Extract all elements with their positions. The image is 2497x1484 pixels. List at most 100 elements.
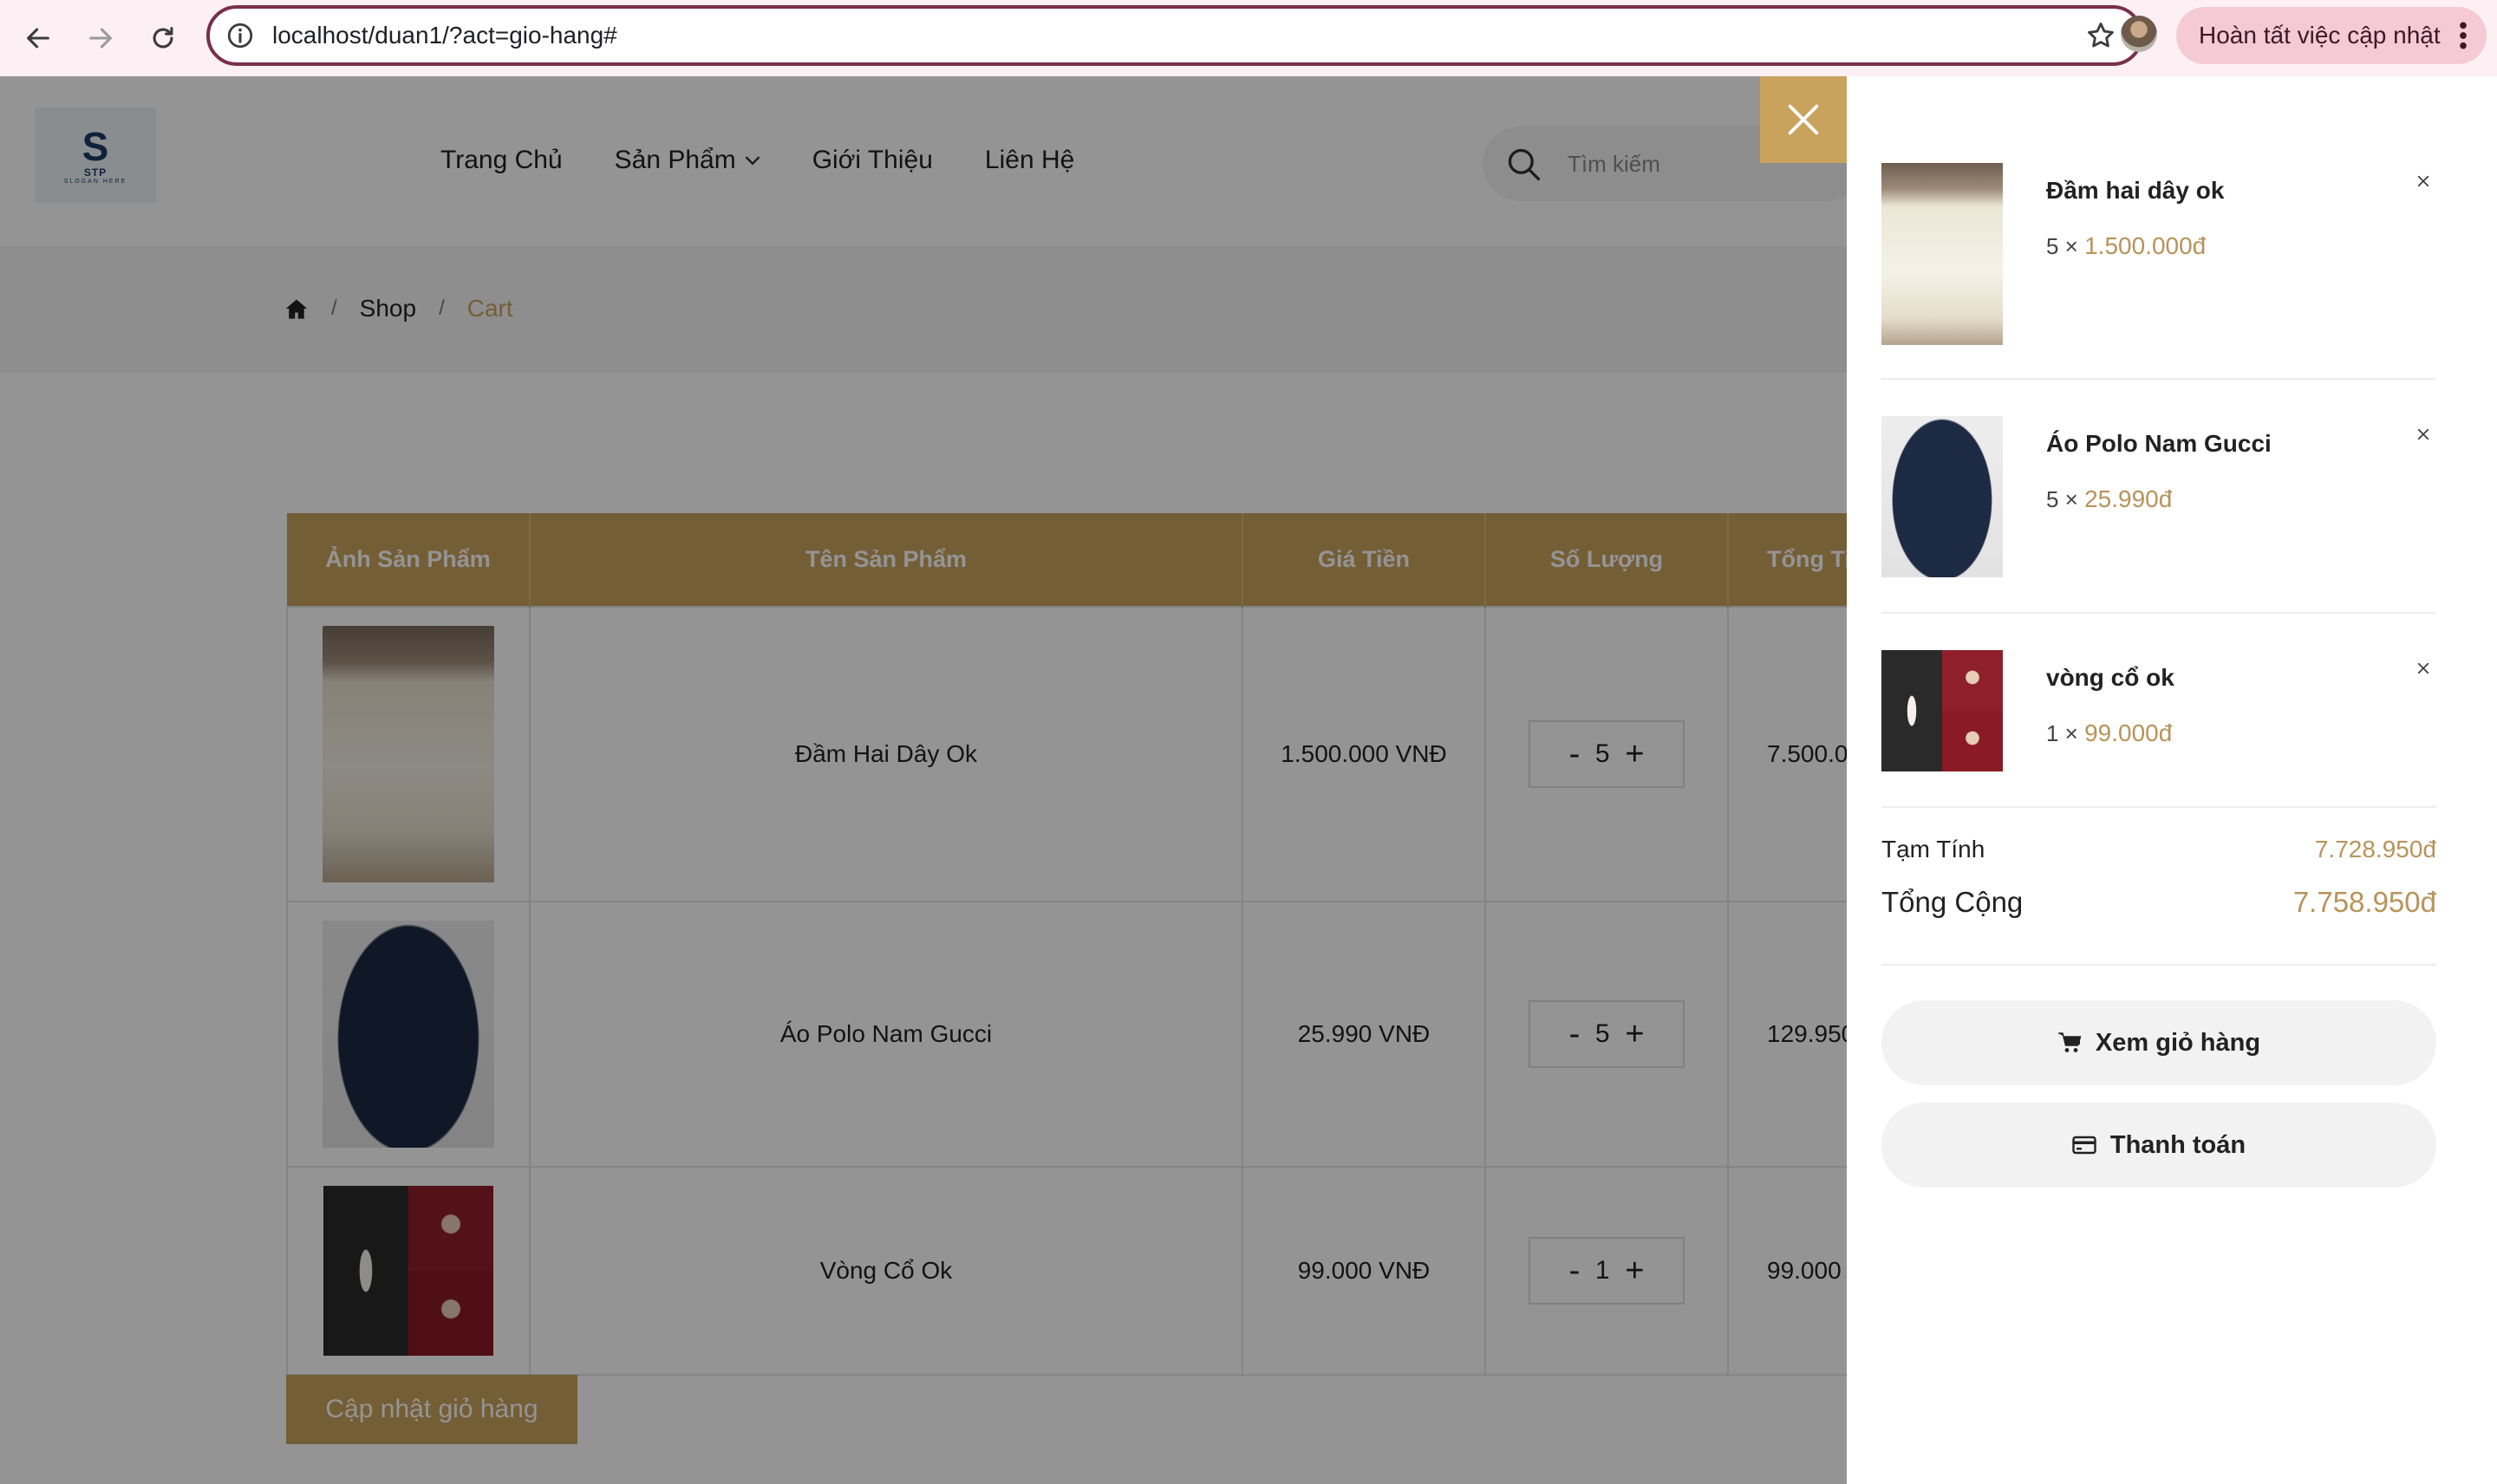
- decrease-button[interactable]: -: [1569, 1254, 1581, 1287]
- product-name[interactable]: Áo Polo Nam Gucci: [529, 901, 1243, 1168]
- mini-cart-item: Áo Polo Nam Gucci 5 × 25.990đ: [1881, 416, 2436, 577]
- profile-avatar[interactable]: [2121, 16, 2157, 52]
- mini-cart-image[interactable]: [1881, 416, 2003, 577]
- total-row: Tổng Cộng 7.758.950đ: [1881, 886, 2436, 919]
- breadcrumb-shop[interactable]: Shop: [360, 295, 416, 322]
- decrease-button[interactable]: -: [1569, 1018, 1581, 1051]
- quantity-cell: - 1 +: [1484, 1166, 1729, 1376]
- mini-cart-item-name[interactable]: Áo Polo Nam Gucci: [2046, 430, 2272, 458]
- breadcrumb-cart: Cart: [466, 295, 513, 322]
- back-icon: [27, 28, 49, 49]
- close-drawer-button[interactable]: [1760, 76, 1847, 163]
- product-total: 7.500.000 VNĐ: [1727, 606, 1847, 902]
- quantity-cell: - 5 +: [1484, 606, 1729, 902]
- product-total: 99.000 VNĐ: [1727, 1166, 1847, 1376]
- logo-name: STP: [83, 166, 108, 179]
- mini-cart-item-name[interactable]: Đầm hai dây ok: [2046, 177, 2224, 205]
- increase-button[interactable]: +: [1625, 1254, 1644, 1287]
- remove-item-button[interactable]: [2410, 168, 2436, 194]
- divider: [1881, 612, 2436, 614]
- product-price: 99.000 VNĐ: [1242, 1166, 1486, 1376]
- remove-item-button[interactable]: [2410, 655, 2436, 681]
- logo-slogan: SLOGAN HERE: [63, 178, 127, 185]
- checkout-button[interactable]: Thanh toán: [1881, 1103, 2436, 1188]
- nav-products[interactable]: Sản Phẩm: [615, 146, 760, 175]
- header-price: Giá Tiền: [1242, 513, 1486, 607]
- reload-icon: [153, 27, 173, 49]
- product-image[interactable]: [323, 1186, 493, 1356]
- credit-card-icon: [2072, 1136, 2096, 1155]
- mini-cart-drawer: Đầm hai dây ok 5 × 1.500.000đ Áo Polo Na…: [1847, 76, 2497, 1484]
- product-name[interactable]: Vòng Cổ Ok: [529, 1166, 1243, 1376]
- quantity-value[interactable]: 1: [1592, 1256, 1613, 1285]
- close-icon: [1788, 104, 1819, 135]
- site-header: S STP SLOGAN HERE Trang Chủ Sản Phẩm Giớ…: [0, 76, 1847, 246]
- mini-cart-item: vòng cổ ok 1 × 99.000đ: [1881, 650, 2436, 771]
- forward-button[interactable]: [78, 16, 123, 61]
- nav-about[interactable]: Giới Thiệu: [812, 146, 933, 175]
- total-label: Tổng Cộng: [1881, 886, 2024, 918]
- nav-home[interactable]: Trang Chủ: [440, 146, 563, 175]
- remove-item-button[interactable]: [2410, 421, 2436, 447]
- decrease-button[interactable]: -: [1569, 738, 1581, 771]
- subtotal-label: Tạm Tính: [1881, 836, 1985, 862]
- breadcrumb: / Shop / Cart: [284, 295, 513, 322]
- increase-button[interactable]: +: [1625, 738, 1644, 771]
- quantity-cell: - 5 +: [1484, 901, 1729, 1168]
- table-row: Đầm Hai Dây Ok 1.500.000 VNĐ - 5 + 7.500…: [286, 606, 1847, 902]
- product-image[interactable]: [323, 626, 494, 882]
- product-image-cell: [286, 901, 531, 1168]
- close-drawer-box[interactable]: [1760, 76, 1847, 163]
- reload-button[interactable]: [140, 16, 186, 61]
- subtotal-value: 7.728.950đ: [2314, 836, 2436, 862]
- search-icon[interactable]: [1505, 146, 1543, 184]
- back-button[interactable]: [16, 16, 61, 61]
- site-logo[interactable]: S STP SLOGAN HERE: [35, 107, 156, 203]
- header-name: Tên Sản Phẩm: [530, 513, 1243, 607]
- mini-cart-image[interactable]: [1881, 163, 2003, 345]
- mini-cart-item-name[interactable]: vòng cổ ok: [2046, 664, 2174, 692]
- mini-cart-item-amount: 1.500.000đ: [2084, 232, 2207, 259]
- breadcrumb-separator: /: [439, 296, 445, 320]
- quantity-stepper: - 5 +: [1529, 1000, 1685, 1068]
- url-text[interactable]: localhost/duan1/?act=gio-hang#: [272, 21, 617, 50]
- cart-table-header: Ảnh Sản Phẩm Tên Sản Phẩm Giá Tiền Số Lư…: [287, 513, 1847, 607]
- quantity-value[interactable]: 5: [1592, 1019, 1613, 1049]
- update-cart-button[interactable]: Cập nhật giỏ hàng: [286, 1375, 577, 1444]
- product-image-cell: [286, 1166, 531, 1376]
- product-price: 1.500.000 VNĐ: [1242, 606, 1486, 902]
- remove-icon: [2417, 428, 2429, 440]
- increase-button[interactable]: +: [1625, 1018, 1644, 1051]
- divider: [1881, 378, 2436, 380]
- table-row: Vòng Cổ Ok 99.000 VNĐ - 1 + 99.000 VNĐ: [286, 1166, 1847, 1376]
- browser-toolbar: localhost/duan1/?act=gio-hang# Hoàn tất …: [0, 0, 2497, 76]
- mini-cart-item: Đầm hai dây ok 5 × 1.500.000đ: [1881, 163, 2436, 347]
- mini-cart-item-price: 5 × 1.500.000đ: [2046, 232, 2206, 260]
- star-icon[interactable]: [2084, 19, 2117, 52]
- product-total: 129.950 VNĐ: [1727, 901, 1847, 1168]
- header-quantity: Số Lượng: [1485, 513, 1729, 607]
- divider: [1881, 964, 2436, 966]
- product-price: 25.990 VNĐ: [1242, 901, 1486, 1168]
- address-bar[interactable]: localhost/duan1/?act=gio-hang#: [206, 5, 2143, 66]
- quantity-stepper: - 5 +: [1529, 720, 1685, 788]
- shop-page: S STP SLOGAN HERE Trang Chủ Sản Phẩm Giớ…: [0, 76, 1847, 1484]
- cart-table: Ảnh Sản Phẩm Tên Sản Phẩm Giá Tiền Số Lư…: [286, 513, 1847, 1376]
- breadcrumb-home[interactable]: [284, 297, 309, 320]
- quantity-value[interactable]: 5: [1592, 739, 1613, 769]
- mini-cart-item-amount: 25.990đ: [2084, 485, 2173, 512]
- total-value: 7.758.950đ: [2292, 886, 2436, 918]
- product-name[interactable]: Đầm Hai Dây Ok: [529, 606, 1243, 902]
- mini-cart-item-price: 5 × 25.990đ: [2046, 485, 2172, 513]
- main-nav: Trang Chủ Sản Phẩm Giới Thiệu Liên Hệ: [440, 146, 1074, 175]
- view-cart-button[interactable]: Xem giỏ hàng: [1881, 1000, 2436, 1085]
- mini-cart-item-qty: 1 ×: [2046, 720, 2078, 746]
- logo-mark: S: [81, 123, 109, 169]
- update-button[interactable]: Hoàn tất việc cập nhật: [2176, 7, 2487, 64]
- forward-icon: [89, 28, 112, 49]
- product-image[interactable]: [323, 921, 494, 1148]
- info-icon[interactable]: [225, 21, 255, 50]
- mini-cart-item-qty: 5 ×: [2046, 233, 2078, 259]
- mini-cart-image[interactable]: [1881, 650, 2003, 771]
- nav-contact[interactable]: Liên Hệ: [985, 146, 1074, 175]
